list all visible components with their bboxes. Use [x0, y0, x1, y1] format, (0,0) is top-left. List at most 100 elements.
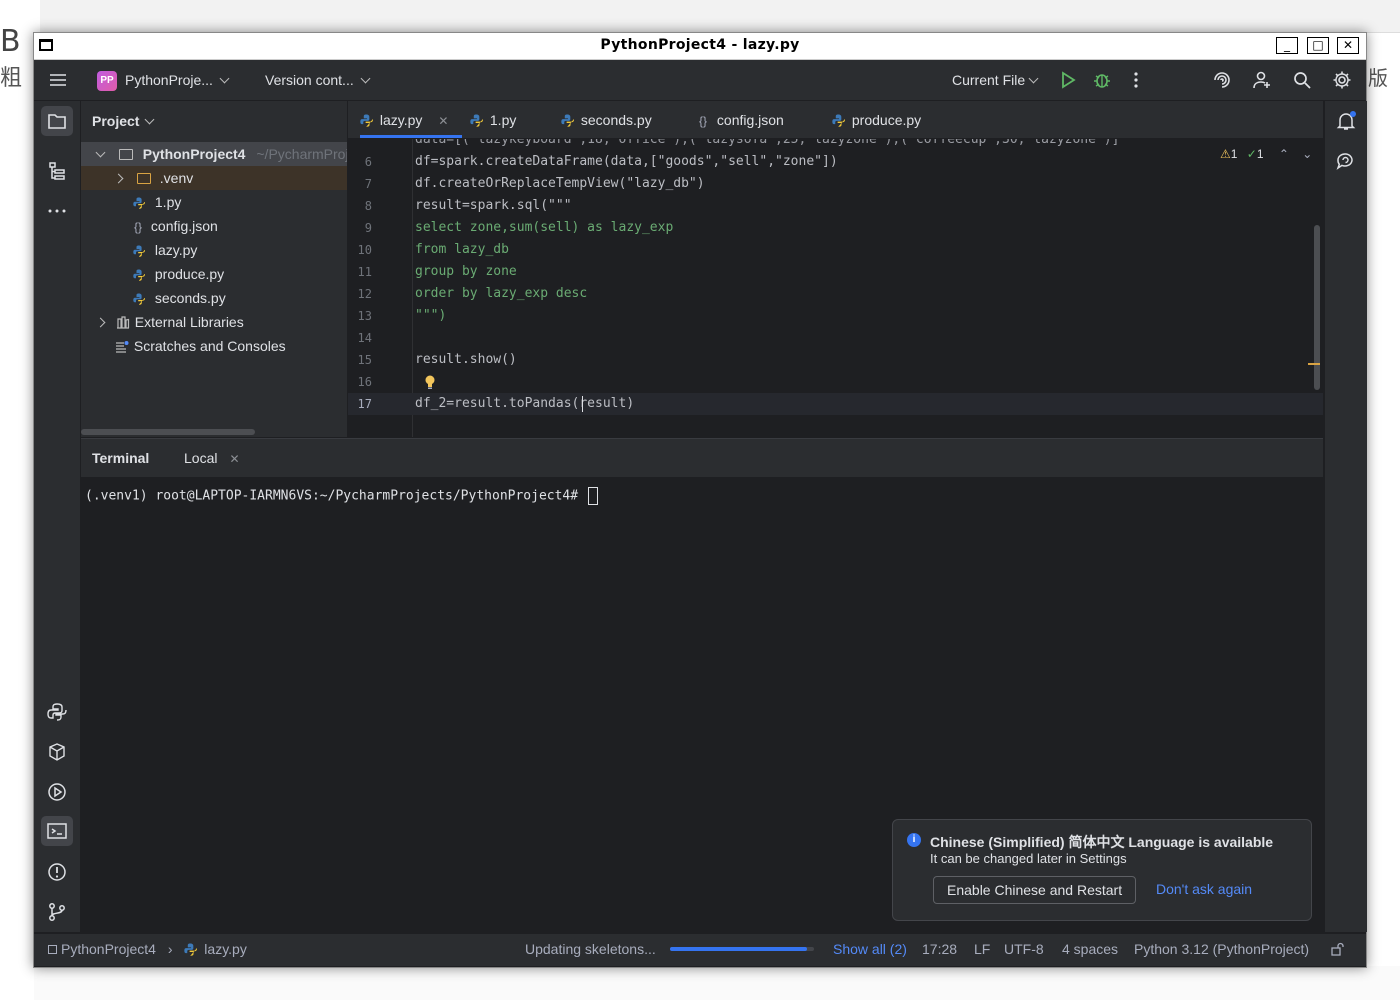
run-config-selector[interactable]: Current File — [952, 60, 1039, 100]
horizontal-scrollbar[interactable] — [81, 429, 255, 435]
python-file-icon — [133, 197, 145, 209]
lightbulb-icon[interactable] — [424, 374, 436, 390]
indent-setting[interactable]: 4 spaces — [1062, 934, 1118, 964]
project-panel-header[interactable]: Project — [92, 113, 155, 129]
file-encoding[interactable]: UTF-8 — [1004, 934, 1044, 964]
tree-item-seconds-py[interactable]: seconds.py — [81, 286, 347, 310]
tab-1-py[interactable]: 1.py — [470, 101, 516, 138]
hamburger-menu-icon[interactable] — [49, 60, 67, 100]
line-number: 13 — [357, 309, 372, 323]
notification-title: Chinese (Simplified) 简体中文 Language is av… — [930, 834, 1274, 850]
tree-item-1-py[interactable]: 1.py — [81, 190, 347, 214]
pycharm-window: PythonProject4 - lazy.py _ □ ✕ PP PythonP… — [33, 32, 1367, 968]
tab-label: 1.py — [489, 112, 517, 128]
caret-position[interactable]: 17:28 — [922, 934, 957, 964]
code-line: 6 df=spark.createDataFrame(data,["goods",… — [348, 151, 1323, 173]
text-caret — [582, 396, 583, 412]
code-text: """) — [415, 308, 447, 323]
project-tool-window: Project PythonProject4 ~/PycharmProj .ve… — [81, 101, 348, 437]
project-badge: PP — [97, 71, 117, 92]
collapse-chevron-icon[interactable] — [95, 317, 106, 328]
maximize-button[interactable]: □ — [1307, 37, 1329, 54]
tree-item-produce-py[interactable]: produce.py — [81, 262, 347, 286]
tree-item-project-root[interactable]: PythonProject4 ~/PycharmProj — [81, 142, 347, 166]
title-bar: PythonProject4 - lazy.py _ □ ✕ — [34, 33, 1366, 60]
debug-icon[interactable] — [1092, 70, 1112, 90]
vertical-scrollbar[interactable] — [1314, 225, 1320, 390]
line-separator[interactable]: LF — [974, 934, 990, 964]
previous-highlight-icon[interactable]: ⌃ — [1279, 147, 1289, 161]
read-only-lock-icon[interactable] — [1330, 942, 1344, 956]
python-icon — [832, 114, 845, 127]
dont-ask-again-link[interactable]: Don't ask again — [1156, 876, 1252, 902]
tree-item-scratches[interactable]: Scratches and Consoles — [81, 334, 347, 358]
warning-stripe-marker[interactable] — [1308, 363, 1320, 365]
tree-item-external-libraries[interactable]: External Libraries — [81, 310, 347, 334]
inspection-widget[interactable]: ⚠1 ✓1 ⌃ ⌄ — [1220, 147, 1312, 161]
collapse-chevron-icon[interactable] — [113, 173, 124, 184]
line-number: 17 — [357, 397, 372, 411]
tab-seconds-py[interactable]: seconds.py — [561, 101, 652, 138]
code-line: 10 from lazy_db — [348, 239, 1323, 261]
close-button[interactable]: ✕ — [1337, 37, 1359, 54]
enable-chinese-button[interactable]: Enable Chinese and Restart — [933, 876, 1137, 904]
show-all-tasks-link[interactable]: Show all (2) — [833, 934, 907, 964]
code-with-me-icon[interactable] — [1252, 70, 1272, 90]
ai-chat-icon[interactable] — [1335, 150, 1357, 172]
tab-close-icon[interactable]: ✕ — [438, 114, 448, 128]
code-text: df_2=result.toPandas(result) — [415, 396, 635, 411]
code-line: 9 select zone,sum(sell) as lazy_exp — [348, 217, 1323, 239]
code-line: 8 result=spark.sql(""" — [348, 195, 1323, 217]
tree-item-config-json[interactable]: {} config.json — [81, 214, 347, 238]
tab-terminal-local[interactable]: Local ✕ — [184, 450, 240, 466]
terminal-prompt-line[interactable]: (.venv1) root@LAPTOP-IARMN6VS:~/PycharmP… — [85, 487, 598, 505]
code-editor[interactable]: data=[("lazykeyboard",18,"office"),("laz… — [348, 139, 1323, 437]
minimize-button[interactable]: _ — [1276, 37, 1298, 54]
python-interpreter[interactable]: Python 3.12 (PythonProject) — [1134, 934, 1309, 964]
more-tools-icon[interactable] — [46, 200, 68, 222]
module-icon — [48, 945, 57, 954]
weak-warning-icon: ✓ — [1246, 147, 1257, 161]
background-right-text: 版 — [1368, 66, 1388, 90]
python-console-icon[interactable] — [46, 741, 68, 763]
services-icon[interactable] — [46, 781, 68, 803]
line-number: 9 — [364, 221, 372, 235]
project-widget[interactable]: PP PythonProje... — [97, 60, 230, 100]
vcs-widget[interactable]: Version cont... — [265, 60, 371, 100]
code-line: 12 order by lazy_exp desc — [348, 283, 1323, 305]
git-branch-icon[interactable] — [46, 901, 68, 923]
python-icon — [470, 114, 483, 127]
project-folder-icon[interactable] — [46, 110, 68, 132]
tab-label: lazy.py — [379, 112, 423, 128]
breadcrumb-project[interactable]: PythonProject4 — [61, 941, 156, 957]
breadcrumb-file[interactable]: lazy.py — [204, 941, 247, 957]
tree-item-lazy-py[interactable]: lazy.py — [81, 238, 347, 262]
settings-gear-icon[interactable] — [1332, 70, 1352, 90]
terminal-icon[interactable] — [46, 820, 68, 842]
code-text: group by zone — [415, 264, 517, 279]
more-options-icon[interactable] — [1126, 70, 1146, 90]
background-task-label[interactable]: Updating skeletons... — [525, 934, 656, 964]
tab-label: produce.py — [851, 112, 922, 128]
next-highlight-icon[interactable]: ⌄ — [1302, 147, 1312, 161]
close-icon[interactable]: ✕ — [229, 452, 239, 466]
editor: lazy.py ✕ 1.py seconds.py {} config.json… — [348, 101, 1323, 437]
python-packages-icon[interactable] — [46, 701, 68, 723]
expand-chevron-icon[interactable] — [95, 147, 106, 158]
run-config-label: Current File — [952, 72, 1026, 88]
run-icon[interactable] — [1058, 70, 1078, 90]
structure-icon[interactable] — [46, 160, 68, 182]
folder-icon — [118, 149, 133, 160]
tab-config-json[interactable]: {} config.json — [699, 101, 784, 138]
tab-lazy-py[interactable]: lazy.py ✕ — [360, 101, 463, 138]
background-left-text: 粗 — [0, 66, 23, 91]
python-icon — [561, 114, 574, 127]
project-root-name: PythonProject4 — [142, 146, 246, 162]
ai-assistant-icon[interactable] — [1212, 70, 1232, 90]
tab-label: config.json — [716, 112, 784, 128]
search-icon[interactable] — [1292, 70, 1312, 90]
tab-produce-py[interactable]: produce.py — [832, 101, 921, 138]
problems-icon[interactable] — [46, 861, 68, 883]
notifications-bell-icon[interactable] — [1335, 110, 1357, 132]
tree-item-venv[interactable]: .venv — [81, 166, 347, 190]
